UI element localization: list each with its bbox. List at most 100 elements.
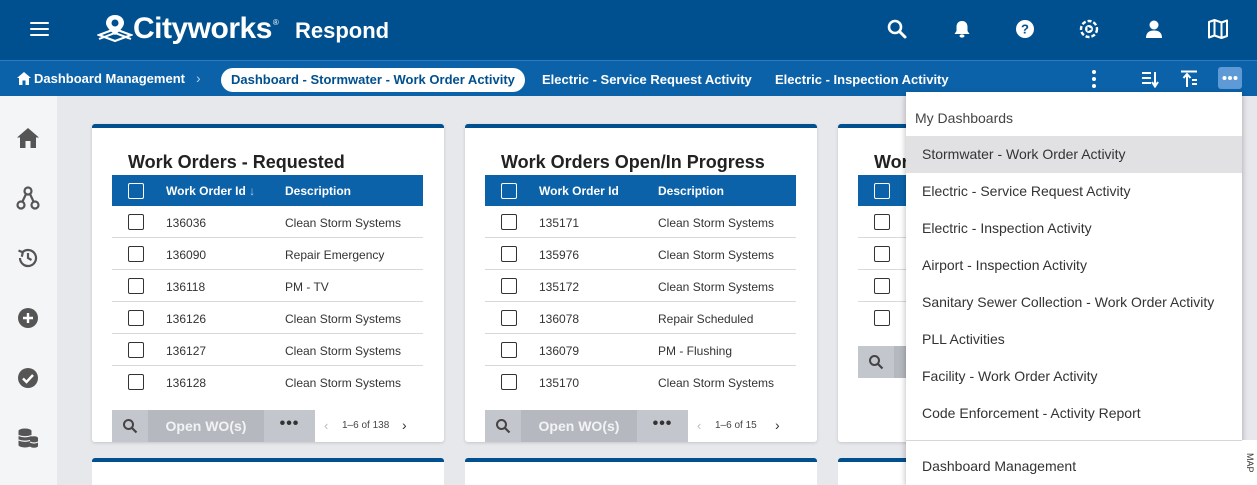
column-header-description[interactable]: Description	[658, 184, 724, 198]
app-name: Respond	[295, 18, 390, 43]
row-checkbox[interactable]	[501, 342, 517, 358]
row-checkbox[interactable]	[128, 278, 144, 294]
select-all-checkbox[interactable]	[874, 183, 890, 199]
table-row[interactable]: 135171 Clean Storm Systems	[485, 206, 796, 238]
work-order-description: PM - Flushing	[658, 344, 733, 358]
table-row[interactable]: 136118 PM - TV	[112, 270, 423, 302]
dashboard-management-menu-item[interactable]: Dashboard Management	[922, 458, 1076, 474]
table-row[interactable]: 136128 Clean Storm Systems	[112, 366, 423, 398]
dashboard-menu-item[interactable]: PLL Activities	[906, 321, 1242, 358]
dashboard-menu-item[interactable]: Facility - Work Order Activity	[906, 358, 1242, 395]
search-icon	[869, 355, 884, 370]
search-icon[interactable]	[886, 18, 908, 45]
work-order-description: Clean Storm Systems	[658, 280, 775, 294]
next-page-button[interactable]: ›	[402, 417, 407, 433]
tab-stormwater-work-order-activity[interactable]: Dashboard - Stormwater - Work Order Acti…	[221, 68, 525, 92]
search-icon	[496, 419, 511, 434]
sort-arrow-icon: ↓	[249, 184, 256, 198]
table-row[interactable]: 136090 Repair Emergency	[112, 238, 423, 270]
row-checkbox[interactable]	[128, 342, 144, 358]
work-order-description: Clean Storm Systems	[285, 216, 402, 230]
card-more-button[interactable]: •••	[637, 410, 688, 442]
home-icon[interactable]	[16, 126, 40, 150]
dashboard-menu-item[interactable]: Sanitary Sewer Collection - Work Order A…	[906, 284, 1242, 321]
search-icon	[123, 419, 138, 434]
breadcrumb-home[interactable]: Dashboard Management	[17, 71, 185, 86]
row-checkbox[interactable]	[874, 246, 890, 262]
card-footer: Open WO(s) ••• ‹ 1–6 of 15 ›	[485, 410, 796, 442]
table-row[interactable]: 136078 Repair Scheduled	[485, 302, 796, 334]
previous-page-button[interactable]: ‹	[324, 418, 328, 433]
dashboard-menu-item[interactable]: Airport - Inspection Activity	[906, 247, 1242, 284]
user-icon[interactable]	[1143, 18, 1165, 45]
table-row[interactable]: 136036 Clean Storm Systems	[112, 206, 423, 238]
check-icon[interactable]	[16, 366, 40, 390]
hamburger-menu-icon[interactable]	[30, 22, 49, 36]
logo-text: Cityworks	[133, 12, 272, 45]
card-more-button[interactable]: •••	[264, 410, 315, 442]
work-order-id: 136079	[539, 344, 580, 358]
database-icon[interactable]	[16, 426, 40, 450]
tab-electric-inspection-activity[interactable]: Electric - Inspection Activity	[775, 72, 949, 87]
more-dashboards-button[interactable]	[1218, 67, 1242, 89]
row-checkbox[interactable]	[128, 374, 144, 390]
table-row[interactable]: 135170 Clean Storm Systems	[485, 366, 796, 398]
dashboard-menu-item[interactable]: Electric - Service Request Activity	[906, 173, 1242, 210]
column-header-work-order-id[interactable]: Work Order Id ↓	[166, 184, 255, 198]
table-row[interactable]: 136127 Clean Storm Systems	[112, 334, 423, 366]
filter-search-button[interactable]	[485, 410, 521, 442]
column-header-description[interactable]: Description	[285, 184, 351, 198]
card-footer: Open WO(s) ••• ‹ 1–6 of 138 ›	[112, 410, 423, 442]
history-icon[interactable]	[16, 246, 40, 270]
tab-electric-service-request-activity[interactable]: Electric - Service Request Activity	[542, 72, 752, 87]
next-page-button[interactable]: ›	[775, 417, 780, 433]
table-row[interactable]: 136079 PM - Flushing	[485, 334, 796, 366]
select-all-checkbox[interactable]	[501, 183, 517, 199]
dashboard-card	[92, 458, 444, 485]
work-order-id: 135170	[539, 376, 580, 390]
open-wo-button[interactable]: Open WO(s)	[148, 410, 264, 442]
sort-up-icon[interactable]	[1180, 70, 1198, 93]
dashboard-menu-item[interactable]: Stormwater - Work Order Activity	[906, 136, 1242, 173]
open-wo-button[interactable]: Open WO(s)	[521, 410, 637, 442]
dashboard-menu-item[interactable]: Code Enforcement - Activity Report	[906, 395, 1242, 432]
work-order-id: 136090	[166, 248, 207, 262]
row-checkbox[interactable]	[128, 214, 144, 230]
row-checkbox[interactable]	[501, 214, 517, 230]
filter-search-button[interactable]	[112, 410, 148, 442]
logo-trademark: ®	[272, 18, 279, 27]
previous-page-button[interactable]: ‹	[697, 418, 701, 433]
dashboard-menu-item[interactable]: Electric - Inspection Activity	[906, 210, 1242, 247]
work-order-id: 136126	[166, 312, 207, 326]
sort-down-icon[interactable]	[1141, 70, 1159, 93]
row-checkbox[interactable]	[874, 278, 890, 294]
table-row[interactable]: 135976 Clean Storm Systems	[485, 238, 796, 270]
vertical-more-icon[interactable]	[1089, 69, 1099, 94]
help-icon[interactable]: ?	[1015, 19, 1035, 44]
row-checkbox[interactable]	[128, 310, 144, 326]
work-order-description: Repair Emergency	[285, 248, 385, 262]
map-icon[interactable]	[1207, 19, 1229, 44]
menu-divider	[906, 440, 1242, 441]
select-all-checkbox[interactable]	[128, 183, 144, 199]
workflow-icon[interactable]	[16, 186, 40, 210]
bell-icon[interactable]	[951, 18, 973, 45]
work-order-description: Clean Storm Systems	[285, 344, 402, 358]
work-order-description: Clean Storm Systems	[658, 248, 775, 262]
row-checkbox[interactable]	[501, 374, 517, 390]
row-checkbox[interactable]	[874, 214, 890, 230]
row-checkbox[interactable]	[501, 246, 517, 262]
table-row[interactable]: 136126 Clean Storm Systems	[112, 302, 423, 334]
row-checkbox[interactable]	[874, 310, 890, 326]
dashboard-card	[465, 458, 817, 485]
row-checkbox[interactable]	[501, 310, 517, 326]
settings-icon[interactable]	[1079, 19, 1099, 44]
row-checkbox[interactable]	[501, 278, 517, 294]
column-header-work-order-id[interactable]: Work Order Id	[539, 184, 619, 198]
table-row[interactable]: 135172 Clean Storm Systems	[485, 270, 796, 302]
top-header: Cityworks ® Respond ?	[0, 0, 1257, 60]
add-icon[interactable]	[16, 306, 40, 330]
map-panel-tab[interactable]: MAP	[1242, 440, 1257, 485]
filter-search-button[interactable]	[858, 346, 894, 378]
row-checkbox[interactable]	[128, 246, 144, 262]
